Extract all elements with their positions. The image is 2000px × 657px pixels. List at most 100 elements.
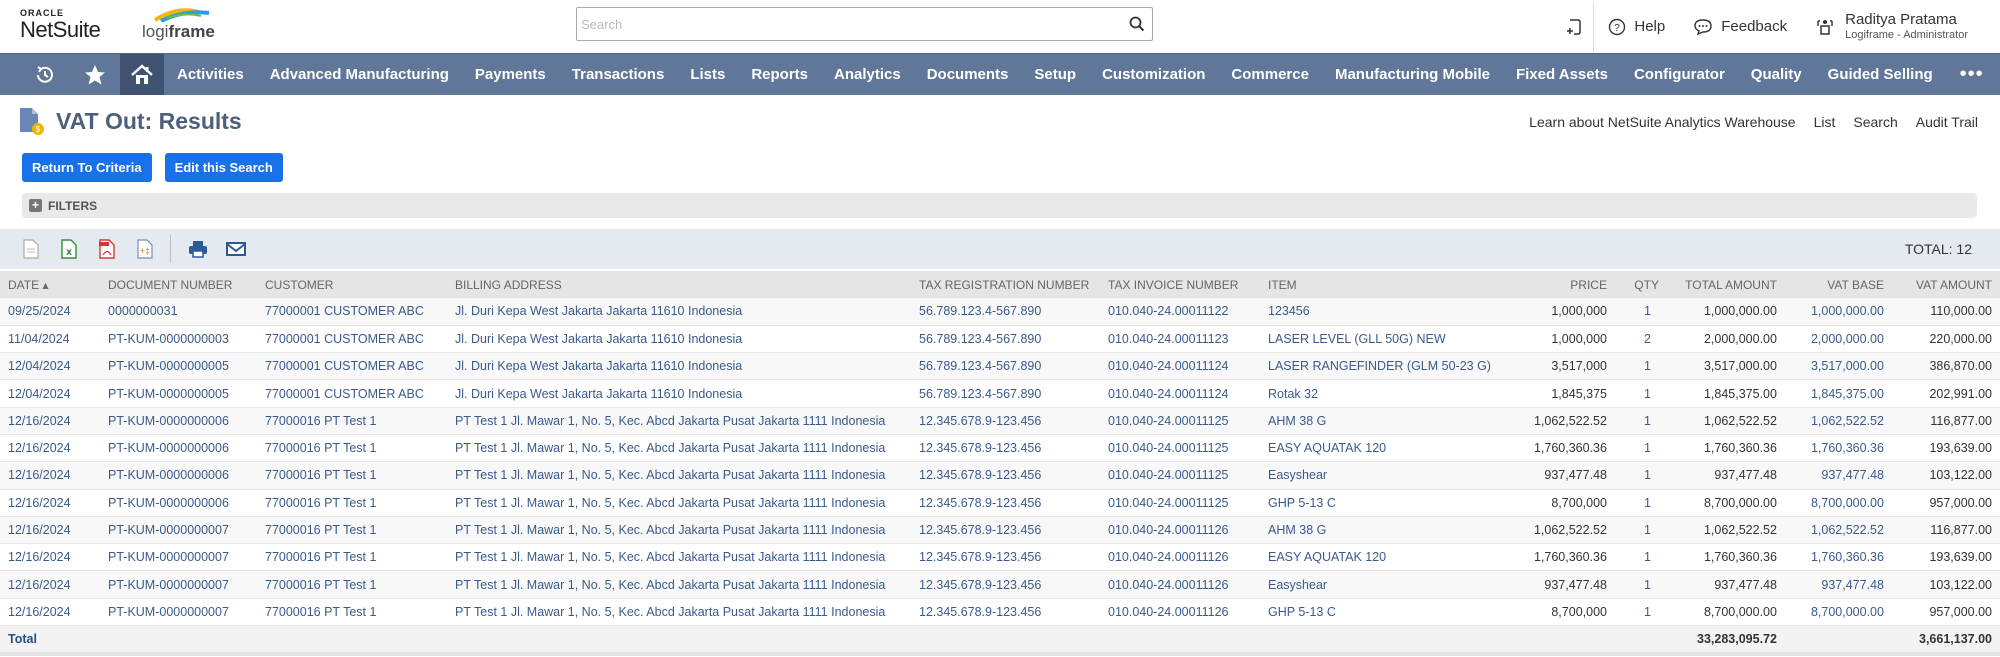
cell-item[interactable]: EASY AQUATAK 120 — [1260, 543, 1499, 572]
cell-billing-address[interactable]: PT Test 1 Jl. Mawar 1, No. 5, Kec. Abcd … — [447, 461, 911, 490]
cell-tax-registration-number[interactable]: 56.789.123.4-567.890 — [911, 379, 1100, 408]
audit-trail-link[interactable]: Audit Trail — [1916, 114, 1978, 130]
cell-customer[interactable]: 77000001 CUSTOMER ABC — [257, 325, 447, 354]
cell-customer[interactable]: 77000016 PT Test 1 — [257, 407, 447, 435]
excel-export-icon[interactable]: x — [58, 238, 80, 260]
nav-fixed-assets[interactable]: Fixed Assets — [1503, 54, 1621, 95]
netsuite-logo[interactable]: ORACLE NetSuite — [20, 8, 101, 42]
cell-customer[interactable]: 77000001 CUSTOMER ABC — [257, 352, 447, 381]
cell-tax-registration-number[interactable]: 56.789.123.4-567.890 — [911, 352, 1100, 381]
cell-document-number[interactable]: PT-KUM-0000000006 — [100, 489, 257, 517]
cell-document-number[interactable]: PT-KUM-0000000007 — [100, 543, 257, 572]
global-search-input[interactable] — [577, 8, 1122, 40]
cell-tax-registration-number[interactable]: 12.345.678.9-123.456 — [911, 543, 1100, 572]
col-date[interactable]: DATE ▴ — [0, 271, 100, 298]
cell-tax-invoice-number[interactable]: 010.040-24.00011124 — [1100, 352, 1260, 381]
nav-documents[interactable]: Documents — [914, 54, 1022, 95]
cell-tax-registration-number[interactable]: 12.345.678.9-123.456 — [911, 489, 1100, 517]
edit-search-button[interactable]: Edit this Search — [164, 153, 283, 182]
cell-item[interactable]: LASER LEVEL (GLL 50G) NEW — [1260, 325, 1499, 354]
cell-document-number[interactable]: PT-KUM-0000000005 — [100, 352, 257, 381]
cell-billing-address[interactable]: PT Test 1 Jl. Mawar 1, No. 5, Kec. Abcd … — [447, 598, 911, 627]
cell-tax-invoice-number[interactable]: 010.040-24.00011126 — [1100, 598, 1260, 627]
cell-tax-invoice-number[interactable]: 010.040-24.00011123 — [1100, 325, 1260, 354]
col-qty[interactable]: QTY — [1614, 271, 1667, 298]
create-new-button[interactable] — [1554, 1, 1595, 52]
col-tax-invoice-number[interactable]: TAX INVOICE NUMBER — [1100, 271, 1260, 298]
cell-tax-registration-number[interactable]: 12.345.678.9-123.456 — [911, 516, 1100, 545]
cell-item[interactable]: LASER RANGEFINDER (GLM 50-23 G) — [1260, 352, 1499, 381]
cell-billing-address[interactable]: Jl. Duri Kepa West Jakarta Jakarta 11610… — [447, 379, 911, 408]
home-button[interactable] — [120, 54, 164, 95]
email-icon[interactable] — [225, 238, 247, 260]
cell-billing-address[interactable]: PT Test 1 Jl. Mawar 1, No. 5, Kec. Abcd … — [447, 570, 911, 599]
print-icon[interactable] — [187, 238, 209, 260]
cell-item[interactable]: GHP 5-13 C — [1260, 598, 1499, 627]
list-link[interactable]: List — [1814, 114, 1836, 130]
csv-export-icon[interactable] — [20, 238, 42, 260]
cell-vat-base[interactable]: 937,477.48 — [1784, 461, 1892, 490]
col-customer[interactable]: CUSTOMER — [257, 271, 447, 298]
cell-item[interactable]: EASY AQUATAK 120 — [1260, 434, 1499, 463]
cell-tax-invoice-number[interactable]: 010.040-24.00011125 — [1100, 489, 1260, 517]
cell-vat-base[interactable]: 1,760,360.36 — [1784, 543, 1892, 572]
cell-customer[interactable]: 77000016 PT Test 1 — [257, 516, 447, 545]
cell-date[interactable]: 12/16/2024 — [0, 543, 100, 572]
cell-date[interactable]: 12/16/2024 — [0, 598, 100, 627]
cell-billing-address[interactable]: Jl. Duri Kepa West Jakarta Jakarta 11610… — [447, 352, 911, 381]
nav-payments[interactable]: Payments — [462, 54, 559, 95]
cell-customer[interactable]: 77000016 PT Test 1 — [257, 570, 447, 599]
cell-date[interactable]: 12/16/2024 — [0, 516, 100, 545]
cell-date[interactable]: 09/25/2024 — [0, 298, 100, 326]
cell-tax-registration-number[interactable]: 56.789.123.4-567.890 — [911, 298, 1100, 326]
cell-tax-registration-number[interactable]: 56.789.123.4-567.890 — [911, 325, 1100, 354]
cell-tax-invoice-number[interactable]: 010.040-24.00011125 — [1100, 461, 1260, 490]
filters-toggle[interactable]: + FILTERS — [22, 193, 1977, 218]
cell-billing-address[interactable]: Jl. Duri Kepa West Jakarta Jakarta 11610… — [447, 325, 911, 354]
cell-billing-address[interactable]: PT Test 1 Jl. Mawar 1, No. 5, Kec. Abcd … — [447, 407, 911, 435]
nav-transactions[interactable]: Transactions — [559, 54, 678, 95]
cell-date[interactable]: 12/16/2024 — [0, 489, 100, 517]
cell-vat-base[interactable]: 8,700,000.00 — [1784, 598, 1892, 627]
cell-item[interactable]: Easyshear — [1260, 461, 1499, 490]
cell-tax-invoice-number[interactable]: 010.040-24.00011126 — [1100, 570, 1260, 599]
cell-vat-base[interactable]: 1,000,000.00 — [1784, 298, 1892, 326]
cell-tax-registration-number[interactable]: 12.345.678.9-123.456 — [911, 407, 1100, 435]
cell-tax-invoice-number[interactable]: 010.040-24.00011126 — [1100, 543, 1260, 572]
nav-advanced-manufacturing[interactable]: Advanced Manufacturing — [257, 54, 462, 95]
cell-item[interactable]: GHP 5-13 C — [1260, 489, 1499, 517]
cell-customer[interactable]: 77000016 PT Test 1 — [257, 543, 447, 572]
cell-date[interactable]: 12/04/2024 — [0, 379, 100, 408]
cell-date[interactable]: 12/16/2024 — [0, 434, 100, 463]
cell-date[interactable]: 12/16/2024 — [0, 570, 100, 599]
cell-document-number[interactable]: PT-KUM-0000000006 — [100, 434, 257, 463]
recent-records-button[interactable] — [20, 54, 70, 95]
col-total-amount[interactable]: TOTAL AMOUNT — [1666, 271, 1785, 298]
favorites-button[interactable] — [70, 54, 120, 95]
search-icon[interactable] — [1122, 9, 1152, 39]
cell-tax-registration-number[interactable]: 12.345.678.9-123.456 — [911, 434, 1100, 463]
cell-document-number[interactable]: PT-KUM-0000000006 — [100, 407, 257, 435]
cell-item[interactable]: Rotak 32 — [1260, 379, 1499, 408]
nav-guided-selling[interactable]: Guided Selling — [1815, 54, 1946, 95]
cell-tax-invoice-number[interactable]: 010.040-24.00011125 — [1100, 434, 1260, 463]
nav-manufacturing-mobile[interactable]: Manufacturing Mobile — [1322, 54, 1503, 95]
nav-setup[interactable]: Setup — [1021, 54, 1089, 95]
cell-item[interactable]: 123456 — [1260, 298, 1499, 326]
col-vat-base[interactable]: VAT BASE — [1784, 271, 1892, 298]
cell-customer[interactable]: 77000001 CUSTOMER ABC — [257, 379, 447, 408]
cell-billing-address[interactable]: PT Test 1 Jl. Mawar 1, No. 5, Kec. Abcd … — [447, 489, 911, 517]
cell-customer[interactable]: 77000001 CUSTOMER ABC — [257, 298, 447, 326]
nav-lists[interactable]: Lists — [677, 54, 738, 95]
col-billing-address[interactable]: BILLING ADDRESS — [447, 271, 911, 298]
cell-vat-base[interactable]: 1,760,360.36 — [1784, 434, 1892, 463]
cell-document-number[interactable]: PT-KUM-0000000007 — [100, 598, 257, 627]
cell-date[interactable]: 12/16/2024 — [0, 407, 100, 435]
cell-vat-base[interactable]: 3,517,000.00 — [1784, 352, 1892, 381]
cell-item[interactable]: AHM 38 G — [1260, 516, 1499, 545]
cell-customer[interactable]: 77000016 PT Test 1 — [257, 461, 447, 490]
feedback-link[interactable]: Feedback — [1693, 18, 1787, 36]
cell-document-number[interactable]: PT-KUM-0000000003 — [100, 325, 257, 354]
user-menu[interactable]: Raditya Pratama Logiframe - Administrato… — [1815, 11, 1968, 42]
cell-customer[interactable]: 77000016 PT Test 1 — [257, 434, 447, 463]
